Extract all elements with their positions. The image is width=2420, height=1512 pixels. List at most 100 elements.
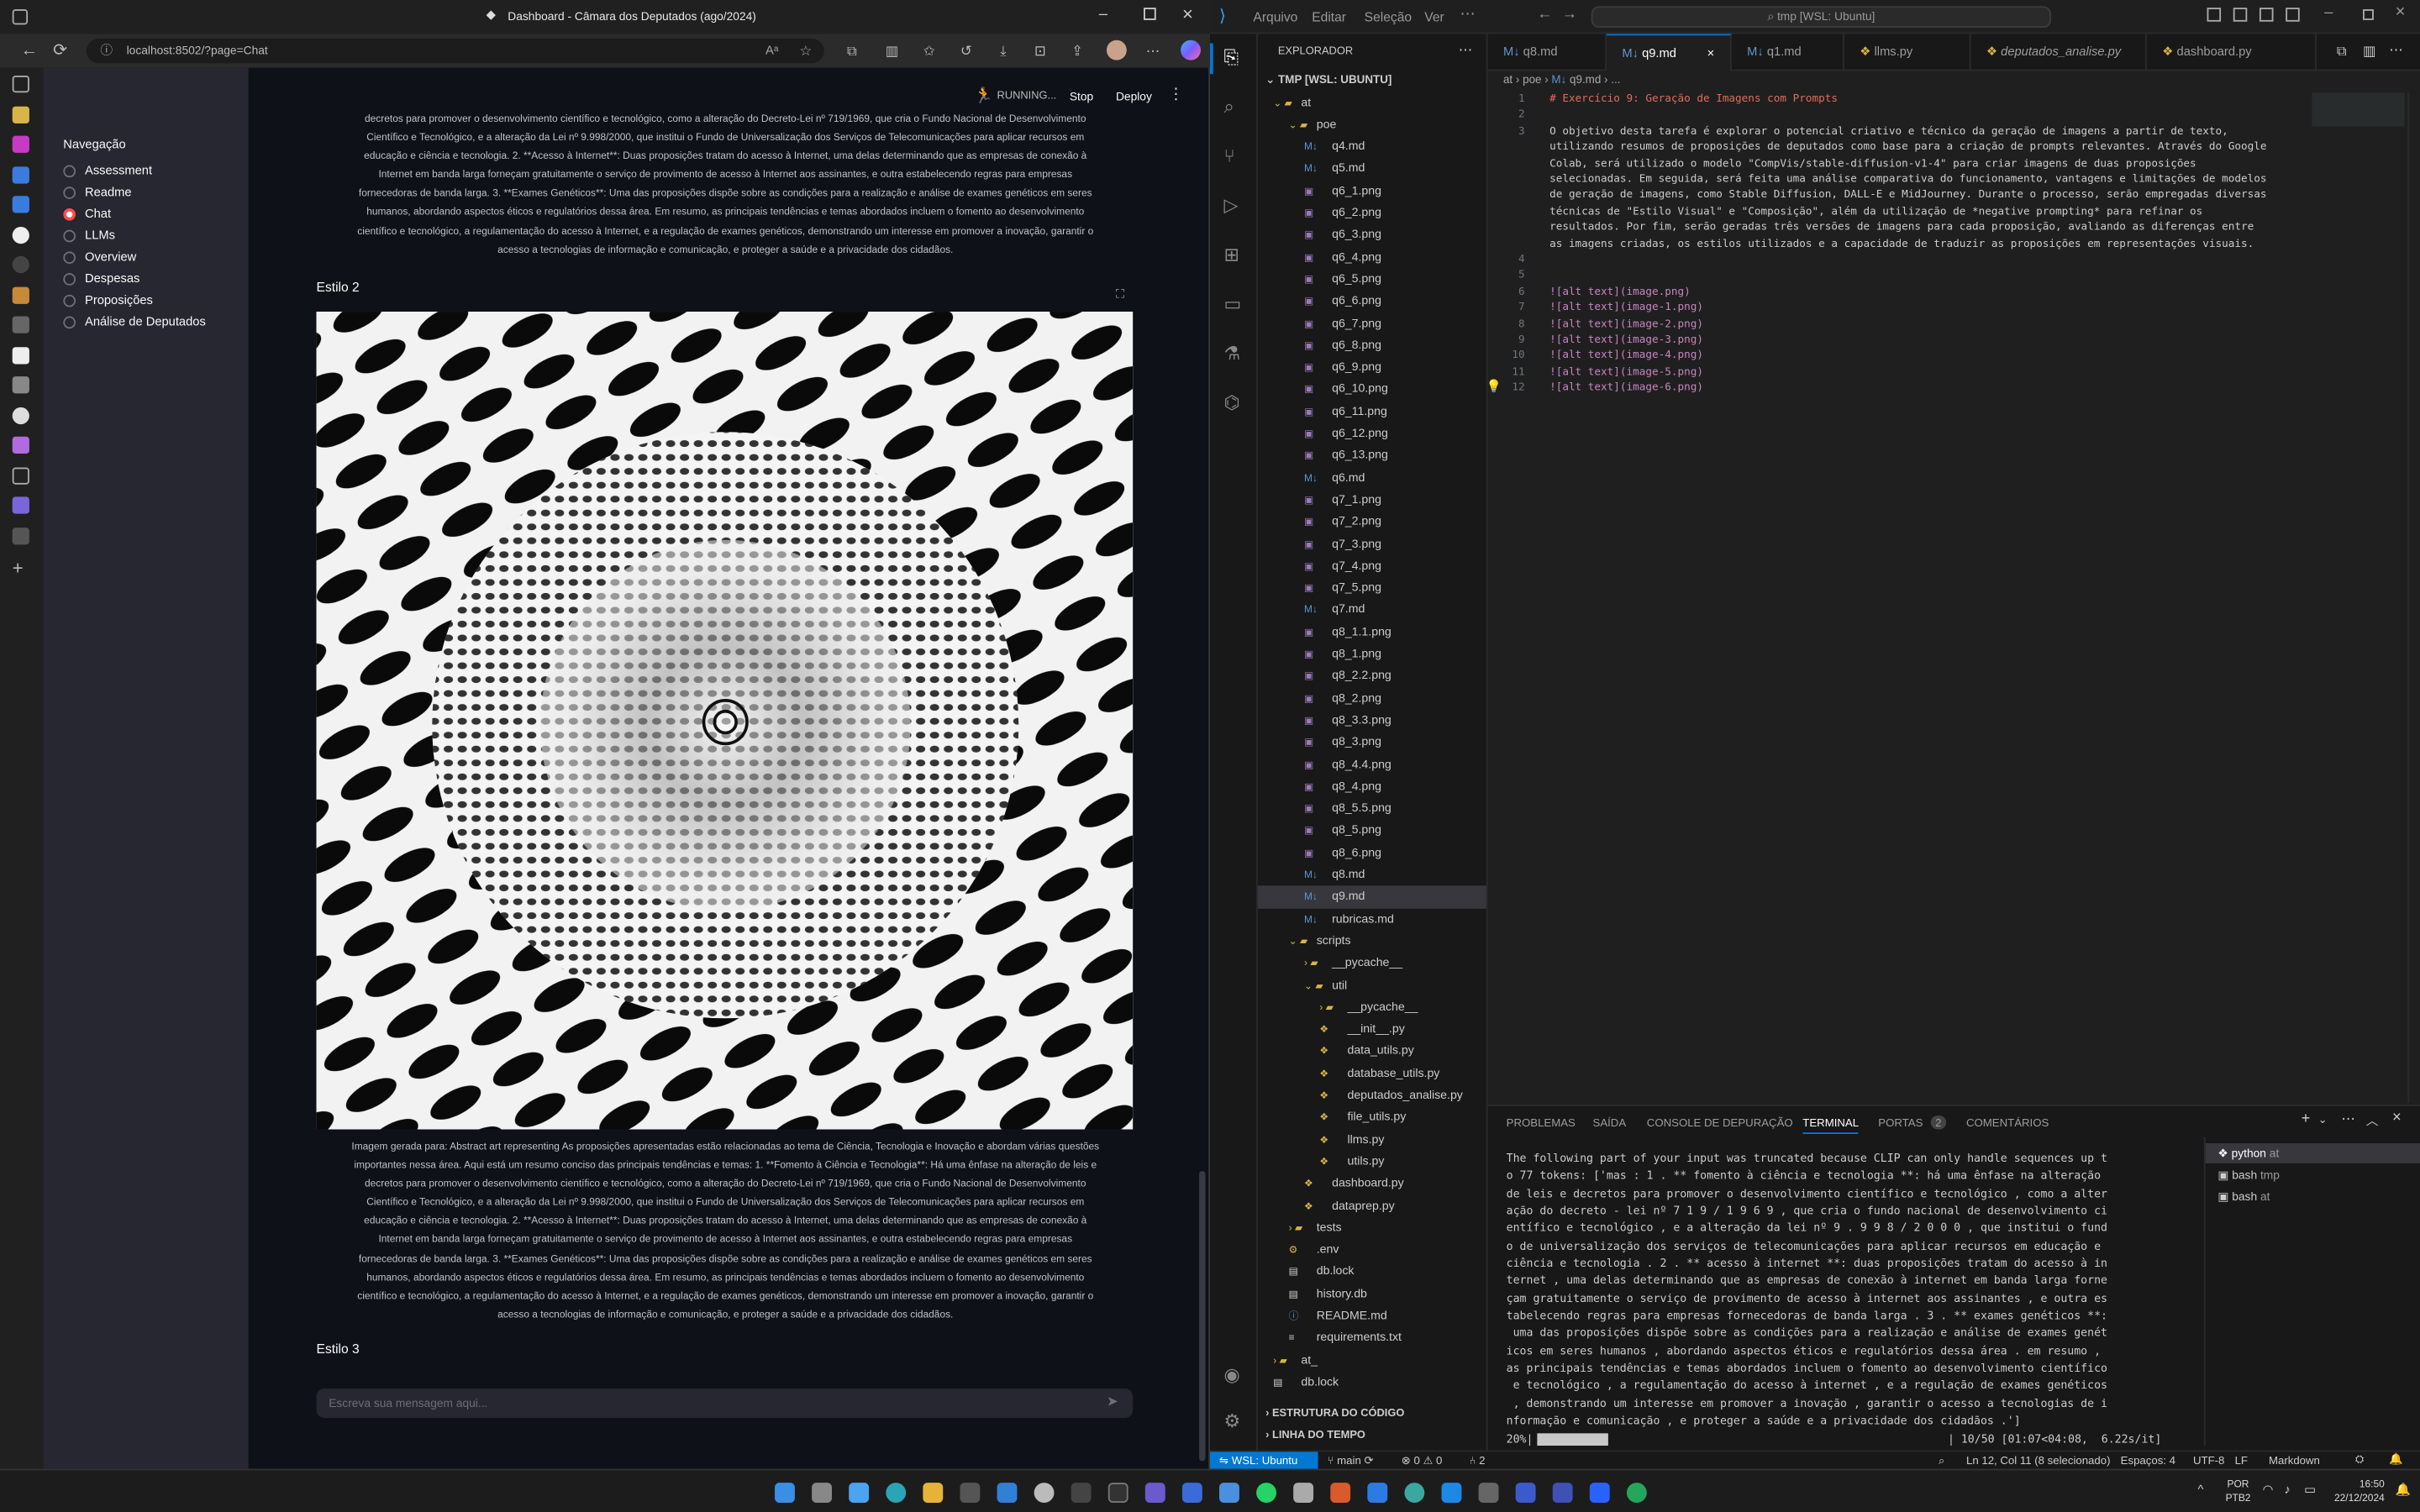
- code-line[interactable]: Colab, será utilizado o modelo "CompVis/…: [1488, 155, 2306, 171]
- extensions-icon[interactable]: ⧉: [841, 40, 863, 62]
- tree-item[interactable]: ▣ q8_1.png: [1258, 643, 1486, 665]
- tree-item[interactable]: ⓘ README.md: [1258, 1305, 1486, 1327]
- downloads-icon[interactable]: ⤓: [992, 40, 1014, 62]
- notification-center-icon[interactable]: 🔔: [2396, 1483, 2411, 1497]
- wifi-icon[interactable]: ◠: [2263, 1483, 2274, 1497]
- tree-item[interactable]: ❖ database_utils.py: [1258, 1063, 1486, 1084]
- sidebar-app-icon[interactable]: [12, 436, 29, 454]
- copilot-icon[interactable]: [1181, 39, 1201, 60]
- sidebar-app-icon[interactable]: [12, 316, 29, 333]
- back-icon[interactable]: ←: [1537, 6, 1552, 23]
- tree-item[interactable]: ▣ q6_3.png: [1258, 224, 1486, 246]
- layout-icon[interactable]: [2207, 8, 2222, 22]
- back-icon[interactable]: ←: [18, 40, 40, 62]
- split-screen-icon[interactable]: ▥: [881, 40, 903, 62]
- panel-tab-debug-console[interactable]: CONSOLE DE DEPURAÇÃO: [1647, 1116, 1793, 1130]
- tree-item[interactable]: ▣ q6_13.png: [1258, 445, 1486, 467]
- site-info-icon[interactable]: ⓘ: [100, 39, 113, 63]
- remote-explorer-icon[interactable]: ▭: [1224, 293, 1242, 315]
- terminal-output[interactable]: The following part of your input was tru…: [1507, 1149, 2193, 1448]
- main-menu-icon[interactable]: ⋮: [1168, 87, 1183, 103]
- taskbar-app-icon[interactable]: [1589, 1483, 1610, 1503]
- explorer-more-icon[interactable]: ⋯: [1459, 42, 1473, 59]
- panel-tab-problems[interactable]: PROBLEMAS: [1507, 1116, 1576, 1130]
- tree-item[interactable]: ≡ requirements.txt: [1258, 1327, 1486, 1349]
- tree-item[interactable]: › ▰ __pycache__: [1258, 953, 1486, 974]
- testing-icon[interactable]: ⚗: [1224, 343, 1241, 365]
- taskbar-app-icon[interactable]: [1330, 1483, 1351, 1503]
- explorer-icon[interactable]: ⎘: [1224, 46, 1239, 70]
- breadcrumb-item[interactable]: at: [1503, 72, 1512, 87]
- tab-close-icon[interactable]: ×: [1707, 46, 1715, 60]
- share-icon[interactable]: ⇪: [1066, 40, 1088, 62]
- radio-icon[interactable]: [63, 228, 76, 242]
- add-sidebar-app-icon[interactable]: +: [13, 557, 24, 579]
- minimize-icon[interactable]: –: [1099, 6, 1107, 23]
- screenshot-icon[interactable]: ⊡: [1029, 40, 1051, 62]
- menu-selecao[interactable]: Seleção: [1365, 9, 1412, 24]
- breadcrumb-item[interactable]: ...: [1611, 72, 1620, 87]
- editor-more-icon[interactable]: ⋯: [2389, 42, 2403, 59]
- code-line[interactable]: 10 ![alt text](image-4.png): [1488, 348, 2306, 364]
- tree-item[interactable]: ▣ q6_6.png: [1258, 291, 1486, 312]
- account-icon[interactable]: ◉: [1224, 1364, 1240, 1386]
- start-icon[interactable]: [775, 1483, 795, 1503]
- terminal-list-item[interactable]: ▣ bash at: [2206, 1186, 2420, 1206]
- tree-item[interactable]: ▣ q6_9.png: [1258, 356, 1486, 378]
- taskbar-app-icon[interactable]: [1293, 1483, 1314, 1503]
- tree-item[interactable]: ▣ q7_1.png: [1258, 489, 1486, 511]
- input-language[interactable]: POR PTB2: [2226, 1478, 2251, 1506]
- outline-section[interactable]: › ESTRUTURA DO CÓDIGO: [1265, 1409, 1404, 1420]
- code-line[interactable]: 3 O objetivo desta tarefa é explorar o po…: [1488, 123, 2306, 139]
- tree-item[interactable]: ⚙ .env: [1258, 1239, 1486, 1261]
- tree-item[interactable]: ▣ q8_5.5.png: [1258, 798, 1486, 820]
- panel-more-icon[interactable]: ⋯: [2341, 1110, 2355, 1127]
- taskbar-app-icon[interactable]: [960, 1483, 981, 1503]
- tree-item[interactable]: ❖ data_utils.py: [1258, 1041, 1486, 1063]
- remote-indicator[interactable]: ⇋ WSL: Ubuntu: [1210, 1452, 1318, 1471]
- tab-actions-icon[interactable]: [12, 76, 29, 93]
- tree-item[interactable]: ▣ q8_2.2.png: [1258, 665, 1486, 687]
- code-line[interactable]: 4: [1488, 251, 2306, 267]
- tree-item[interactable]: ⌄ ▰ poe: [1258, 114, 1486, 136]
- sidebar-app-icon[interactable]: [12, 135, 29, 153]
- radio-icon[interactable]: [63, 315, 76, 328]
- more-menu-icon[interactable]: ⋯: [1460, 6, 1476, 23]
- address-bar[interactable]: ⓘ localhost:8502/?page=Chat Aᵃ ☆: [86, 38, 824, 64]
- terminal-dropdown-icon[interactable]: ⌄: [2318, 1114, 2328, 1126]
- menu-editar[interactable]: Editar: [1312, 9, 1346, 24]
- toggle-secondary-sidebar-icon[interactable]: [2286, 8, 2300, 22]
- tree-item[interactable]: ▣ q8_4.4.png: [1258, 753, 1486, 775]
- tree-item[interactable]: ▣ q7_4.png: [1258, 555, 1486, 577]
- radio-icon[interactable]: [63, 164, 76, 177]
- forward-icon[interactable]: →: [1562, 6, 1577, 23]
- close-icon[interactable]: ×: [2396, 3, 2406, 22]
- toggle-panel-icon[interactable]: [2259, 8, 2274, 22]
- favorite-star-icon[interactable]: ☆: [799, 39, 812, 63]
- breadcrumb-item[interactable]: q9.md: [1570, 72, 1601, 87]
- tree-item[interactable]: › ▰ at_: [1258, 1349, 1486, 1371]
- workspace-root[interactable]: ⌄ TMP [WSL: UBUNTU]: [1265, 72, 1392, 87]
- sidebar-app-icon[interactable]: [12, 196, 29, 213]
- tree-item[interactable]: ▤ db.lock: [1258, 1372, 1486, 1394]
- tree-item[interactable]: ▣ q6_1.png: [1258, 180, 1486, 202]
- stop-button[interactable]: Stop: [1070, 90, 1093, 104]
- taskbar-app-icon[interactable]: [1367, 1483, 1388, 1503]
- tree-item[interactable]: ▣ q8_5.png: [1258, 820, 1486, 842]
- tree-item[interactable]: M↓ q8.md: [1258, 864, 1486, 886]
- sidebar-app-icon[interactable]: [12, 376, 29, 394]
- nav-item-overview[interactable]: Overview: [63, 247, 136, 267]
- task-view-icon[interactable]: [812, 1483, 833, 1503]
- language-mode[interactable]: Markdown: [2269, 1453, 2320, 1467]
- tree-item[interactable]: ▣ q6_7.png: [1258, 312, 1486, 334]
- scrollbar[interactable]: [1199, 1171, 1206, 1462]
- whatsapp-icon[interactable]: [1256, 1483, 1276, 1503]
- search-icon[interactable]: ⌕: [1224, 96, 1234, 119]
- tree-item[interactable]: ▣ q8_1.1.png: [1258, 622, 1486, 643]
- radio-icon[interactable]: [63, 186, 76, 199]
- vscode-taskbar-icon[interactable]: [997, 1483, 1018, 1503]
- python-icon[interactable]: ⌬: [1224, 392, 1240, 414]
- nav-item-chat[interactable]: Chat: [63, 203, 111, 223]
- terminal-list-item[interactable]: ▣ bash tmp: [2206, 1165, 2420, 1185]
- editor-scrollbar[interactable]: [2407, 92, 2420, 1104]
